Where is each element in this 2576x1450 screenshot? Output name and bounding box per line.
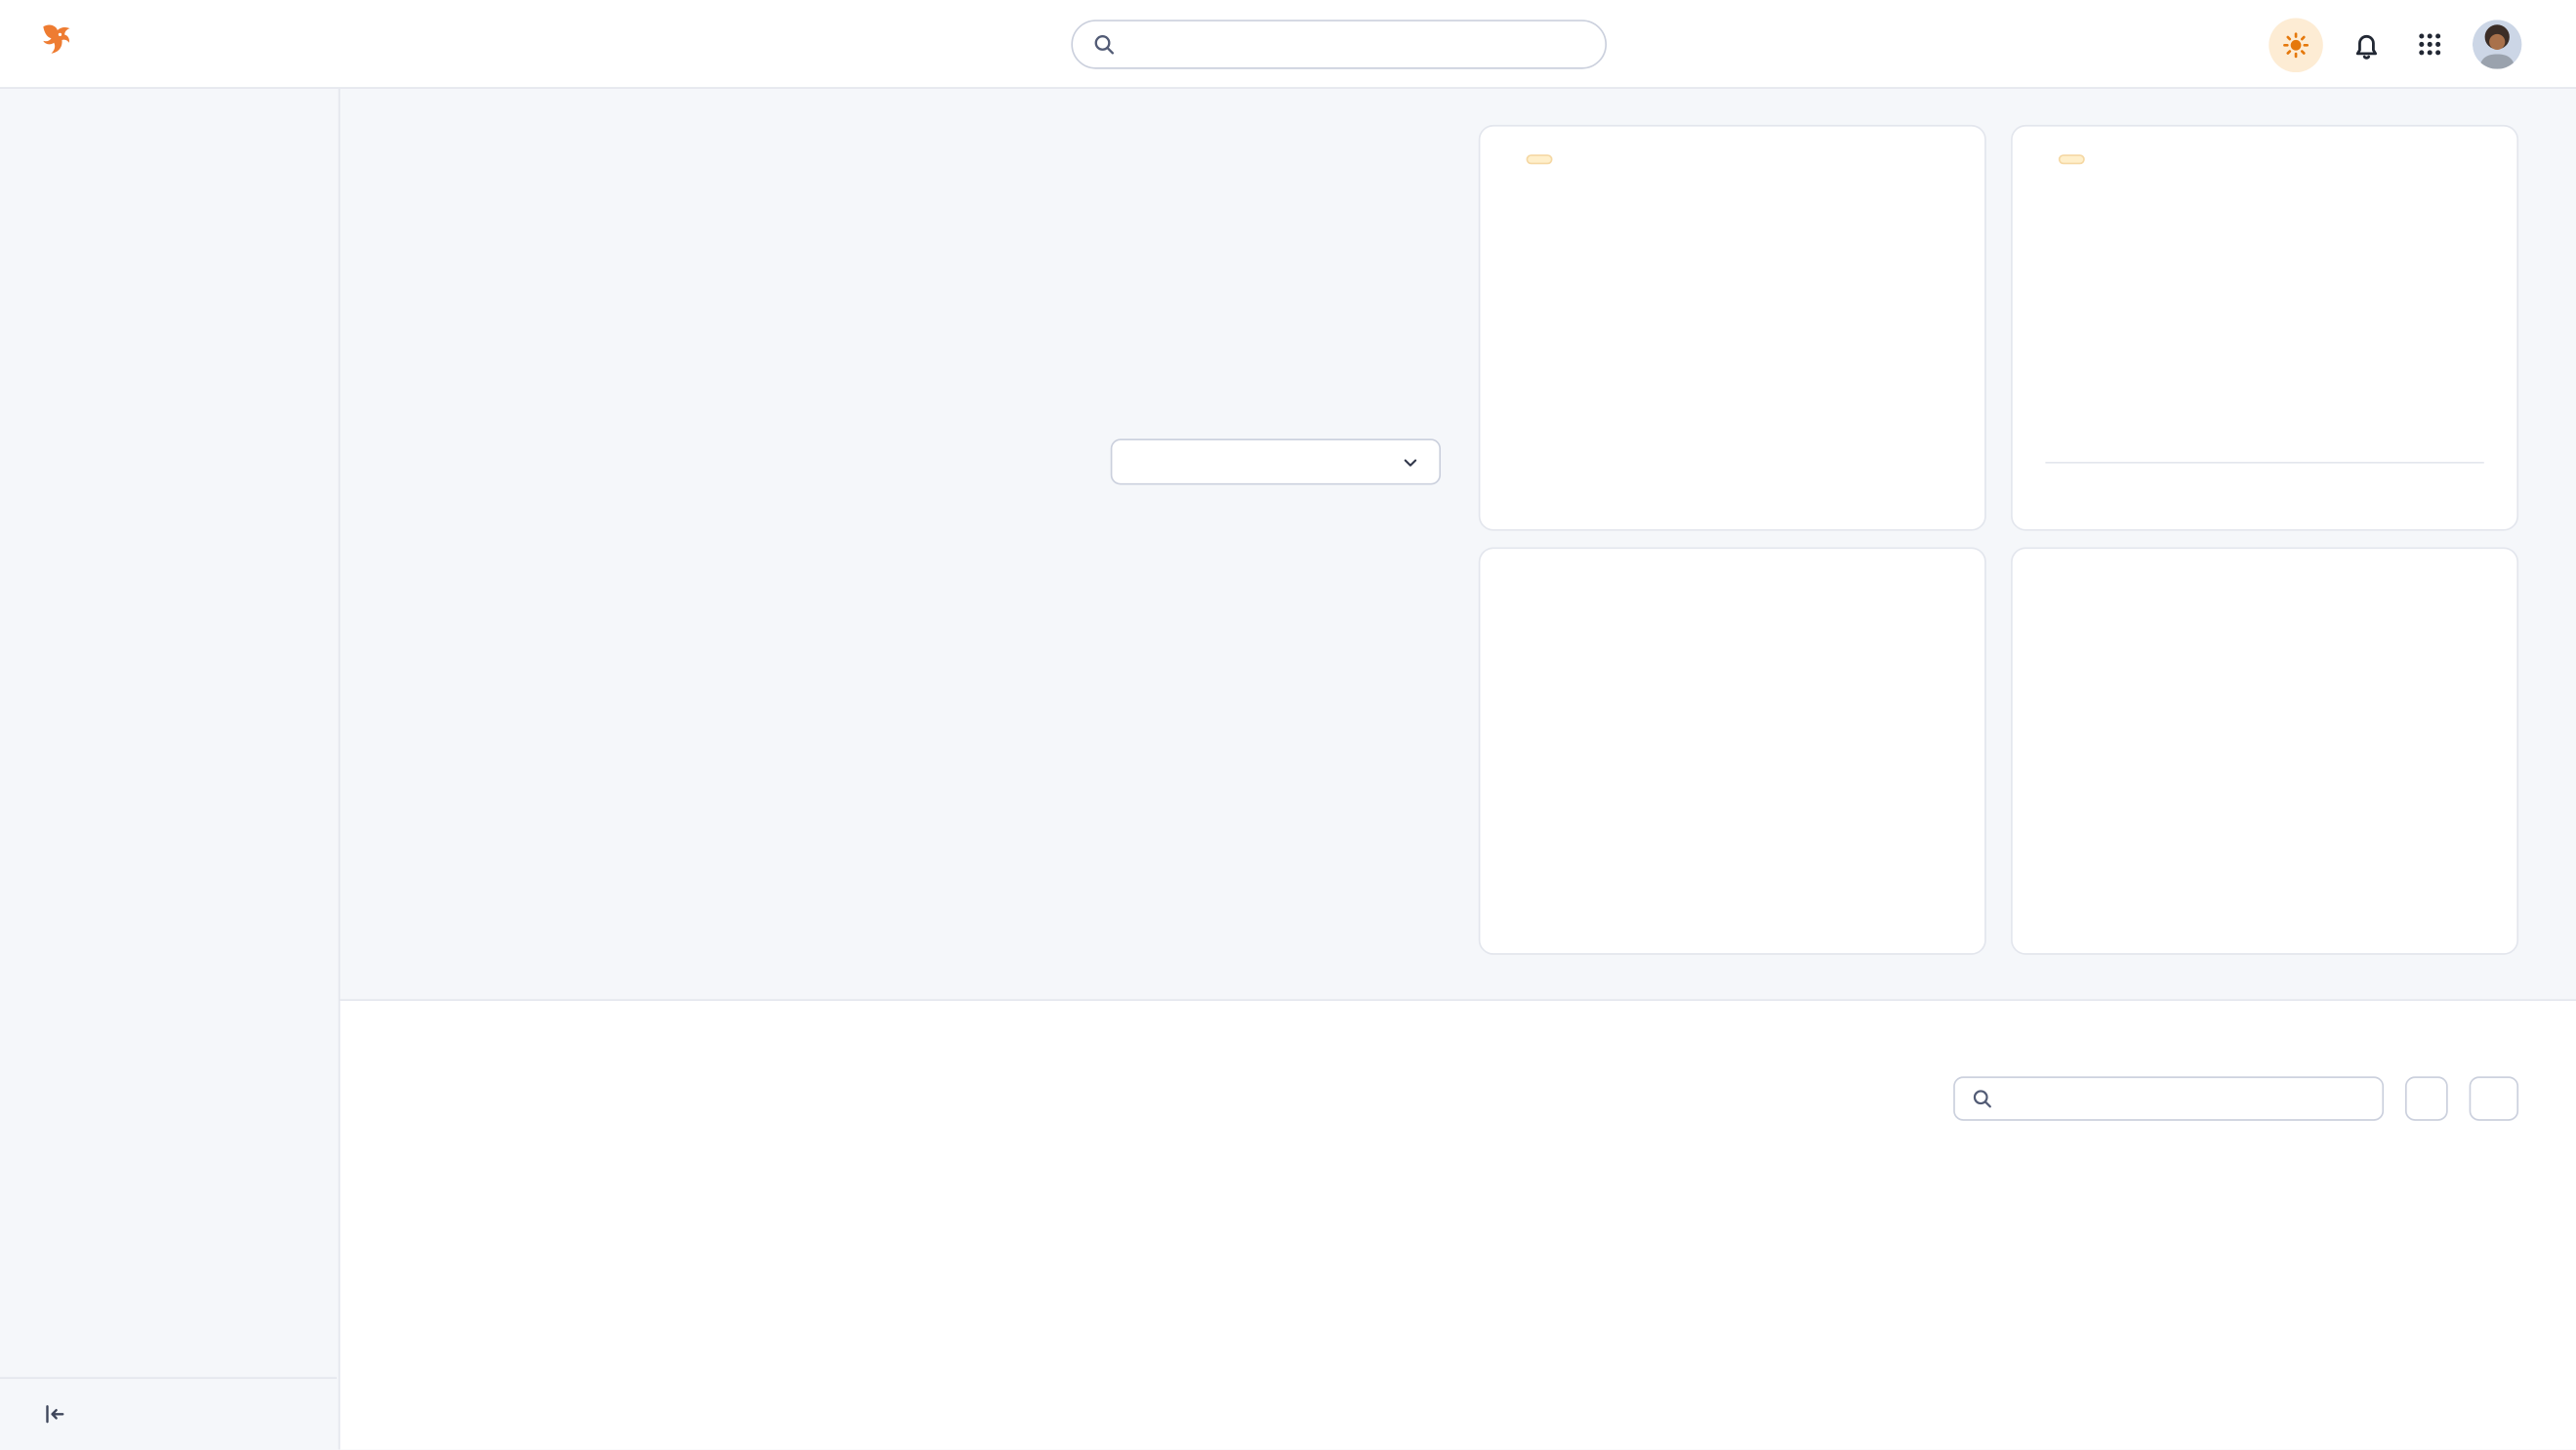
more-options-button[interactable] [2470,1076,2518,1120]
main-content [340,89,2576,1450]
grid-9-icon [2417,31,2443,58]
top-navbar [0,0,2576,89]
new-customers-x-labels [2045,462,2483,475]
delta-badge [1527,154,1553,164]
date-range-select[interactable] [1111,438,1441,484]
search-icon [1972,1088,1993,1109]
reviews-search-input[interactable] [2004,1087,2365,1110]
total-orders-card [1479,125,1986,531]
theme-toggle-button[interactable] [2269,18,2323,72]
paying-card [2011,547,2518,954]
total-sells-chart [394,526,1441,931]
latest-reviews-section [340,999,2576,1449]
sidebar-collapse-toggle[interactable] [0,1377,337,1449]
sidebar-nav [0,89,340,1450]
all-products-button[interactable] [2405,1076,2448,1120]
profile-avatar[interactable] [2473,20,2521,68]
app-window [0,0,2576,1449]
bell-icon [2351,28,2382,60]
sun-icon [2282,30,2310,59]
global-search[interactable] [1071,20,1607,68]
phoenix-logo-icon [36,21,79,64]
reviews-search[interactable] [1953,1076,2384,1120]
reviews-controls [1953,1076,2518,1120]
delta-badge [2059,154,2085,164]
collapse-icon [43,1402,67,1427]
apps-menu-button[interactable] [2408,23,2451,66]
search-input[interactable] [1128,33,1585,57]
search-icon [1092,33,1116,57]
navbar-actions [2269,0,2521,89]
brand-logo[interactable] [36,21,91,64]
chevron-down-icon [1402,453,1420,472]
new-customers-chart [2045,255,2487,452]
coupons-donut-chart [1647,651,1818,822]
new-customers-card [2011,125,2518,531]
top-coupons-card [1479,547,1986,954]
notifications-button[interactable] [2345,23,2388,66]
